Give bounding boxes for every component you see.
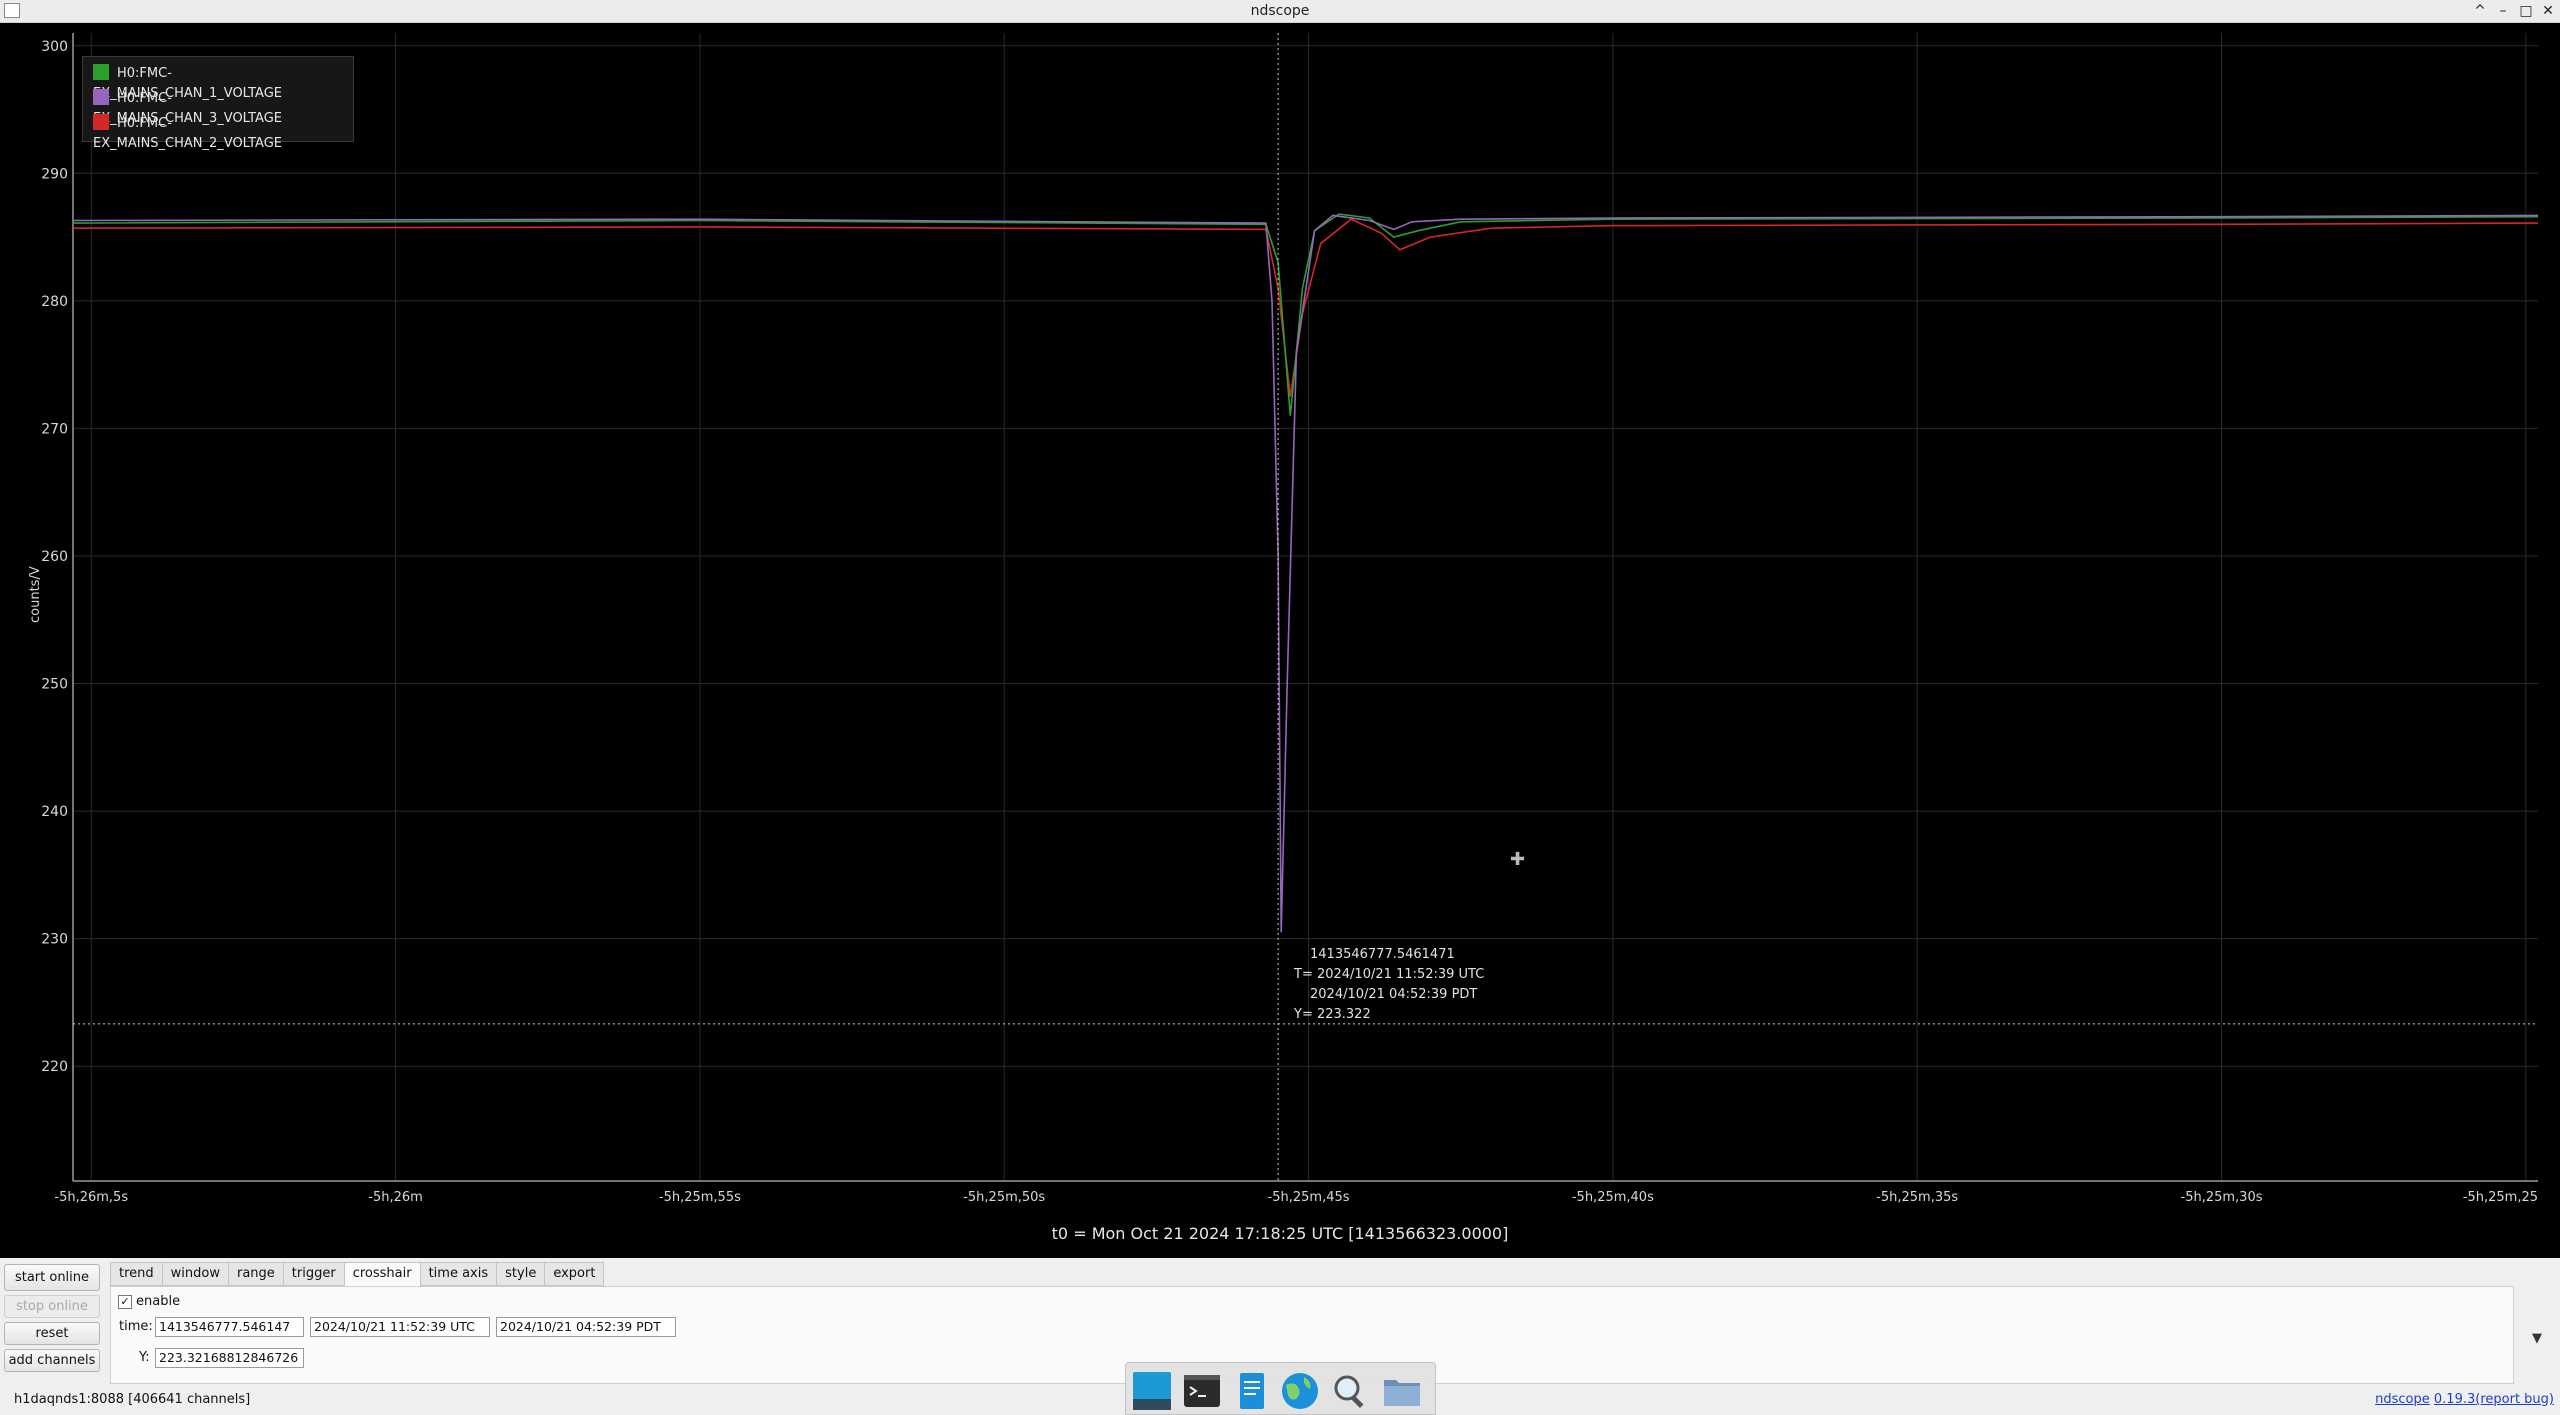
- legend[interactable]: H0:FMC-EX_MAINS_CHAN_1_VOLTAGE H0:FMC-EX…: [82, 56, 354, 151]
- start-online-button[interactable]: start online: [4, 1264, 100, 1291]
- y-tick-label: 250: [41, 677, 68, 693]
- file-manager-icon[interactable]: [1382, 1371, 1422, 1411]
- stop-online-button[interactable]: stop online: [4, 1295, 100, 1318]
- series-line-chan1: [72, 213, 2539, 416]
- side-button-column: start online stop online reset add chann…: [4, 1264, 102, 1376]
- plot-canvas[interactable]: 300 290 280 270 260 250 240 230 220 -5h,26m,5s -5h…: [0, 23, 2560, 1258]
- x-tick-label: -5h,25m,40s: [1572, 1190, 1654, 1205]
- y-label: Y:: [139, 1350, 150, 1365]
- y-tick-label: 270: [41, 421, 68, 437]
- legend-swatch-chan3: [93, 89, 109, 105]
- maximize-button[interactable]: □: [2516, 1, 2536, 21]
- ndscope-link[interactable]: ndscope: [2375, 1392, 2430, 1407]
- search-icon[interactable]: [1330, 1371, 1370, 1411]
- legend-swatch-chan1: [93, 64, 109, 80]
- y-tick-label: 260: [41, 549, 68, 565]
- crosshair-gps-readout: 1413546777.5461471: [1310, 947, 1455, 962]
- close-button[interactable]: ✕: [2538, 1, 2558, 21]
- tab-style[interactable]: style: [496, 1262, 546, 1286]
- x-tick-label: -5h,25m,50s: [963, 1190, 1045, 1205]
- x-tick-label: -5h,25m,30s: [2181, 1190, 2263, 1205]
- series-line-chan2: [72, 218, 2539, 397]
- y-tick-label: 280: [41, 294, 68, 310]
- tab-bar: trend window range trigger crosshair time axi…: [110, 1262, 605, 1287]
- tab-crosshair[interactable]: crosshair: [343, 1262, 421, 1287]
- crosshair-pdt-readout: 2024/10/21 04:52:39 PDT: [1310, 987, 1478, 1002]
- legend-item-chan1[interactable]: H0:FMC-EX_MAINS_CHAN_1_VOLTAGE: [93, 64, 353, 101]
- enable-label: enable: [136, 1294, 181, 1309]
- minimize-button[interactable]: –: [2493, 1, 2513, 21]
- version-link[interactable]: 0.19.3: [2434, 1392, 2475, 1407]
- time-utc-field[interactable]: 2024/10/21 11:52:39 UTC: [310, 1317, 490, 1337]
- taskbar-dock: [1125, 1362, 1436, 1415]
- x-tick-label: -5h,25m,25: [2463, 1190, 2538, 1205]
- collapse-panel-icon[interactable]: ▼: [2532, 1331, 2542, 1346]
- crosshair-y-readout: Y= 223.322: [1294, 1007, 1371, 1022]
- y-tick-label: 290: [41, 166, 68, 182]
- browser-icon[interactable]: [1280, 1371, 1320, 1411]
- legend-swatch-chan2: [93, 114, 109, 130]
- tab-time-axis[interactable]: time axis: [419, 1262, 498, 1286]
- mouse-cursor-icon: ✚: [1510, 849, 1526, 870]
- show-desktop-icon[interactable]: [1132, 1371, 1172, 1411]
- server-status: h1daqnds1:8088 [406641 channels]: [14, 1392, 250, 1407]
- channel-count: [406641 channels]: [128, 1392, 251, 1407]
- text-editor-icon[interactable]: [1232, 1371, 1272, 1411]
- y-tick-label: 220: [41, 1059, 68, 1075]
- time-pdt-field[interactable]: 2024/10/21 04:52:39 PDT: [496, 1317, 676, 1337]
- reset-button[interactable]: reset: [4, 1322, 100, 1345]
- y-value-field[interactable]: 223.32168812846726: [155, 1348, 304, 1368]
- x-tick-label: -5h,26m,5s: [54, 1190, 128, 1205]
- add-channels-button[interactable]: add channels: [4, 1349, 100, 1372]
- x-tick-label: -5h,26m: [368, 1190, 423, 1205]
- y-tick-label: 230: [41, 932, 68, 948]
- tab-trend[interactable]: trend: [110, 1262, 163, 1286]
- version-info: ndscope 0.19.3(report bug): [2375, 1392, 2554, 1407]
- enable-checkbox[interactable]: ✓: [118, 1295, 132, 1309]
- window-title: ndscope: [1250, 3, 1310, 19]
- tab-range[interactable]: range: [227, 1262, 284, 1286]
- y-tick-label: 240: [41, 804, 68, 820]
- tab-window[interactable]: window: [161, 1262, 229, 1286]
- plot-area[interactable]: 300 290 280 270 260 250 240 230 220 -5h,26m,5s -5h…: [0, 23, 2560, 1258]
- crosshair-utc-readout: T= 2024/10/21 11:52:39 UTC: [1294, 967, 1485, 982]
- x-tick-label: -5h,25m,55s: [659, 1190, 741, 1205]
- time-label: time:: [119, 1319, 153, 1334]
- title-bar: ndscope ^ – □ ✕: [0, 0, 2560, 23]
- legend-item-chan3[interactable]: H0:FMC-EX_MAINS_CHAN_3_VOLTAGE: [93, 89, 353, 126]
- legend-label-chan2: H0:FMC-EX_MAINS_CHAN_2_VOLTAGE: [93, 116, 283, 151]
- server-address: h1daqnds1:8088: [14, 1392, 124, 1407]
- series-line-chan3: [72, 214, 2539, 933]
- tab-trigger[interactable]: trigger: [282, 1262, 345, 1286]
- legend-item-chan2[interactable]: H0:FMC-EX_MAINS_CHAN_2_VOLTAGE: [93, 114, 353, 151]
- x-tick-label: -5h,25m,35s: [1876, 1190, 1958, 1205]
- x-tick-label: -5h,25m,45s: [1268, 1190, 1350, 1205]
- report-bug-link[interactable]: (report bug): [2475, 1392, 2554, 1407]
- terminal-icon[interactable]: [1182, 1371, 1222, 1411]
- y-tick-label: 300: [41, 39, 68, 55]
- keep-above-button[interactable]: ^: [2470, 1, 2490, 21]
- time-gps-field[interactable]: 1413546777.546147: [155, 1317, 304, 1337]
- y-axis-label: counts/V: [28, 566, 43, 623]
- t0-label: t0 = Mon Oct 21 2024 17:18:25 UTC [14135…: [1051, 1224, 1509, 1243]
- tab-export[interactable]: export: [544, 1262, 605, 1286]
